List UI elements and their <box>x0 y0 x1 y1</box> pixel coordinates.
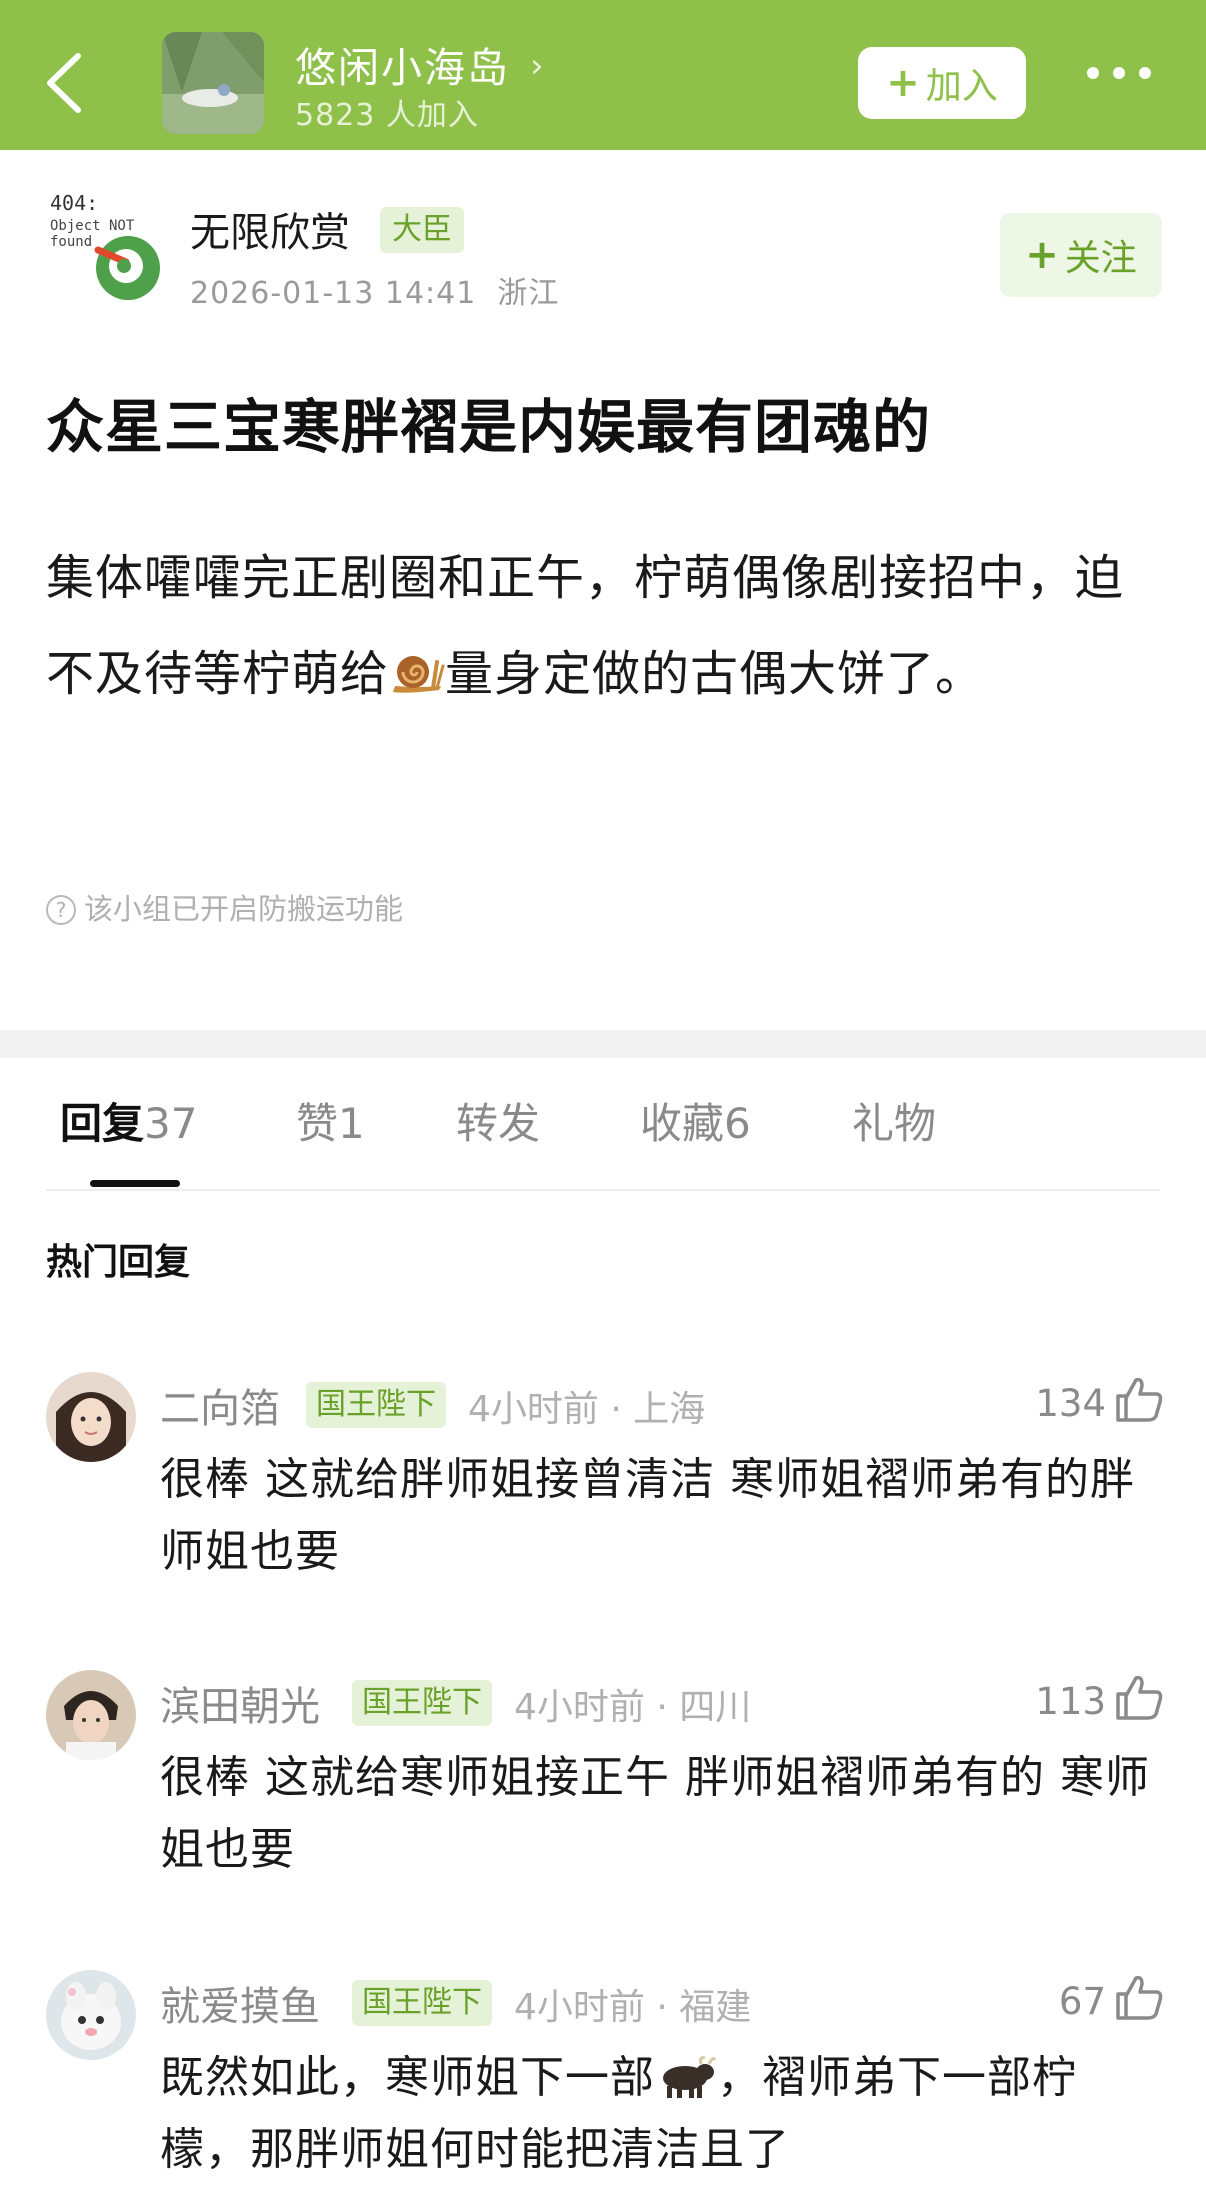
post-meta: 2026-01-13 14:41 浙江 <box>190 268 559 312</box>
group-name[interactable]: 悠闲小海岛 <box>295 34 510 94</box>
active-tab-indicator <box>90 1180 180 1187</box>
avatar-text-found: found <box>50 234 92 250</box>
tab-likes-label: 赞 <box>296 1099 339 1148</box>
snail-emoji-icon <box>389 632 445 693</box>
commenter-avatar[interactable] <box>46 1670 136 1760</box>
author-name[interactable]: 无限欣赏 <box>190 200 350 258</box>
thumbs-up-icon[interactable] <box>1112 1970 1166 2024</box>
avatar-text-404: 404: <box>50 191 98 215</box>
comment-like-count: 67 <box>1058 1980 1106 2023</box>
tab-replies-count: 37 <box>144 1099 198 1148</box>
commenter-name[interactable]: 就爱摸鱼 <box>160 1974 320 2032</box>
post-tabs: 回复37 赞1 转发 收藏6 礼物 <box>0 1090 1206 1190</box>
chevron-right-icon[interactable]: › <box>530 46 544 86</box>
post-timestamp: 2026-01-13 14:41 <box>190 276 477 311</box>
question-circle-icon: ? <box>46 895 76 925</box>
tab-favorites[interactable]: 收藏6 <box>640 1090 751 1151</box>
author-rank-badge: 大臣 <box>380 207 464 253</box>
tab-reposts[interactable]: 转发 <box>456 1090 540 1151</box>
commenter-name[interactable]: 滨田朝光 <box>160 1674 320 1732</box>
comment-meta: 4小时前 · 四川 <box>514 1687 752 1728</box>
post-body-text-2: 量身定做的古偶大饼了。 <box>445 646 985 702</box>
commenter-badge: 国王陛下 <box>352 1980 492 2026</box>
join-group-button[interactable]: + 加入 <box>858 47 1026 119</box>
group-member-count: 5823 人加入 <box>295 98 479 133</box>
tab-favorites-label: 收藏 <box>640 1099 725 1148</box>
post-location: 浙江 <box>497 276 560 311</box>
tab-gifts[interactable]: 礼物 <box>852 1090 936 1151</box>
tab-replies-label: 回复 <box>60 1099 145 1148</box>
author-avatar[interactable]: 404: Object NOT found <box>48 190 163 315</box>
section-divider <box>0 1030 1206 1058</box>
tab-reposts-label: 转发 <box>456 1099 541 1148</box>
commenter-name[interactable]: 二向箔 <box>160 1376 280 1434</box>
group-thumbnail[interactable] <box>162 32 264 134</box>
plus-icon: + <box>1025 232 1059 278</box>
plus-icon: + <box>886 60 920 106</box>
comment-text: 很棒 这就给寒师姐接正午 胖师姐褶师弟有的 寒师姐也要 <box>160 1752 1150 1875</box>
commenter-avatar[interactable] <box>46 1970 136 2060</box>
ox-emoji-icon <box>655 2050 717 2098</box>
comment-text-part1: 既然如此，寒师姐下一部 <box>160 2052 655 2103</box>
comment-meta: 4小时前 · 上海 <box>468 1389 706 1430</box>
back-arrow-icon[interactable] <box>40 48 90 118</box>
thumbs-up-icon[interactable] <box>1112 1670 1166 1724</box>
tab-likes-count: 1 <box>338 1099 365 1148</box>
commenter-badge: 国王陛下 <box>306 1382 446 1428</box>
comment-like-count: 134 <box>1035 1382 1106 1425</box>
comment-text: 既然如此，寒师姐下一部 ，褶师弟下一部柠檬，那胖师姐何时能把清洁且了 <box>160 2042 1160 2186</box>
tab-likes[interactable]: 赞1 <box>296 1090 365 1151</box>
follow-label: 关注 <box>1064 238 1137 279</box>
comment-like-count: 113 <box>1035 1680 1106 1723</box>
follow-button[interactable]: + 关注 <box>1000 213 1162 297</box>
more-options-icon[interactable] <box>1080 64 1190 104</box>
tab-gifts-label: 礼物 <box>852 1099 937 1148</box>
tab-favorites-count: 6 <box>724 1099 751 1148</box>
thumbs-up-icon[interactable] <box>1112 1372 1166 1426</box>
top-bar: 悠闲小海岛 › 5823 人加入 + 加入 <box>0 0 1206 150</box>
tabs-divider <box>46 1189 1160 1191</box>
avatar-text-object: Object NOT <box>50 218 135 234</box>
commenter-badge: 国王陛下 <box>352 1680 492 1726</box>
tab-replies[interactable]: 回复37 <box>60 1090 197 1151</box>
comment-text: 很棒 这就给胖师姐接曾清洁 寒师姐褶师弟有的胖师姐也要 <box>160 1454 1135 1577</box>
notice-text: 该小组已开启防搬运功能 <box>84 892 404 926</box>
comment-meta: 4小时前 · 福建 <box>514 1987 752 2028</box>
commenter-avatar[interactable] <box>46 1372 136 1462</box>
post-title: 众星三宝寒胖褶是内娱最有团魂的 <box>46 393 932 461</box>
post-body: 集体嚯嚯完正剧圈和正午，柠萌偶像剧接招中，迫不及待等柠萌给 量身定做的古偶大饼了… <box>46 530 1166 722</box>
hot-replies-title: 热门回复 <box>46 1242 191 1283</box>
join-label: 加入 <box>925 66 998 107</box>
anti-repost-notice: ? 该小组已开启防搬运功能 <box>46 886 403 928</box>
